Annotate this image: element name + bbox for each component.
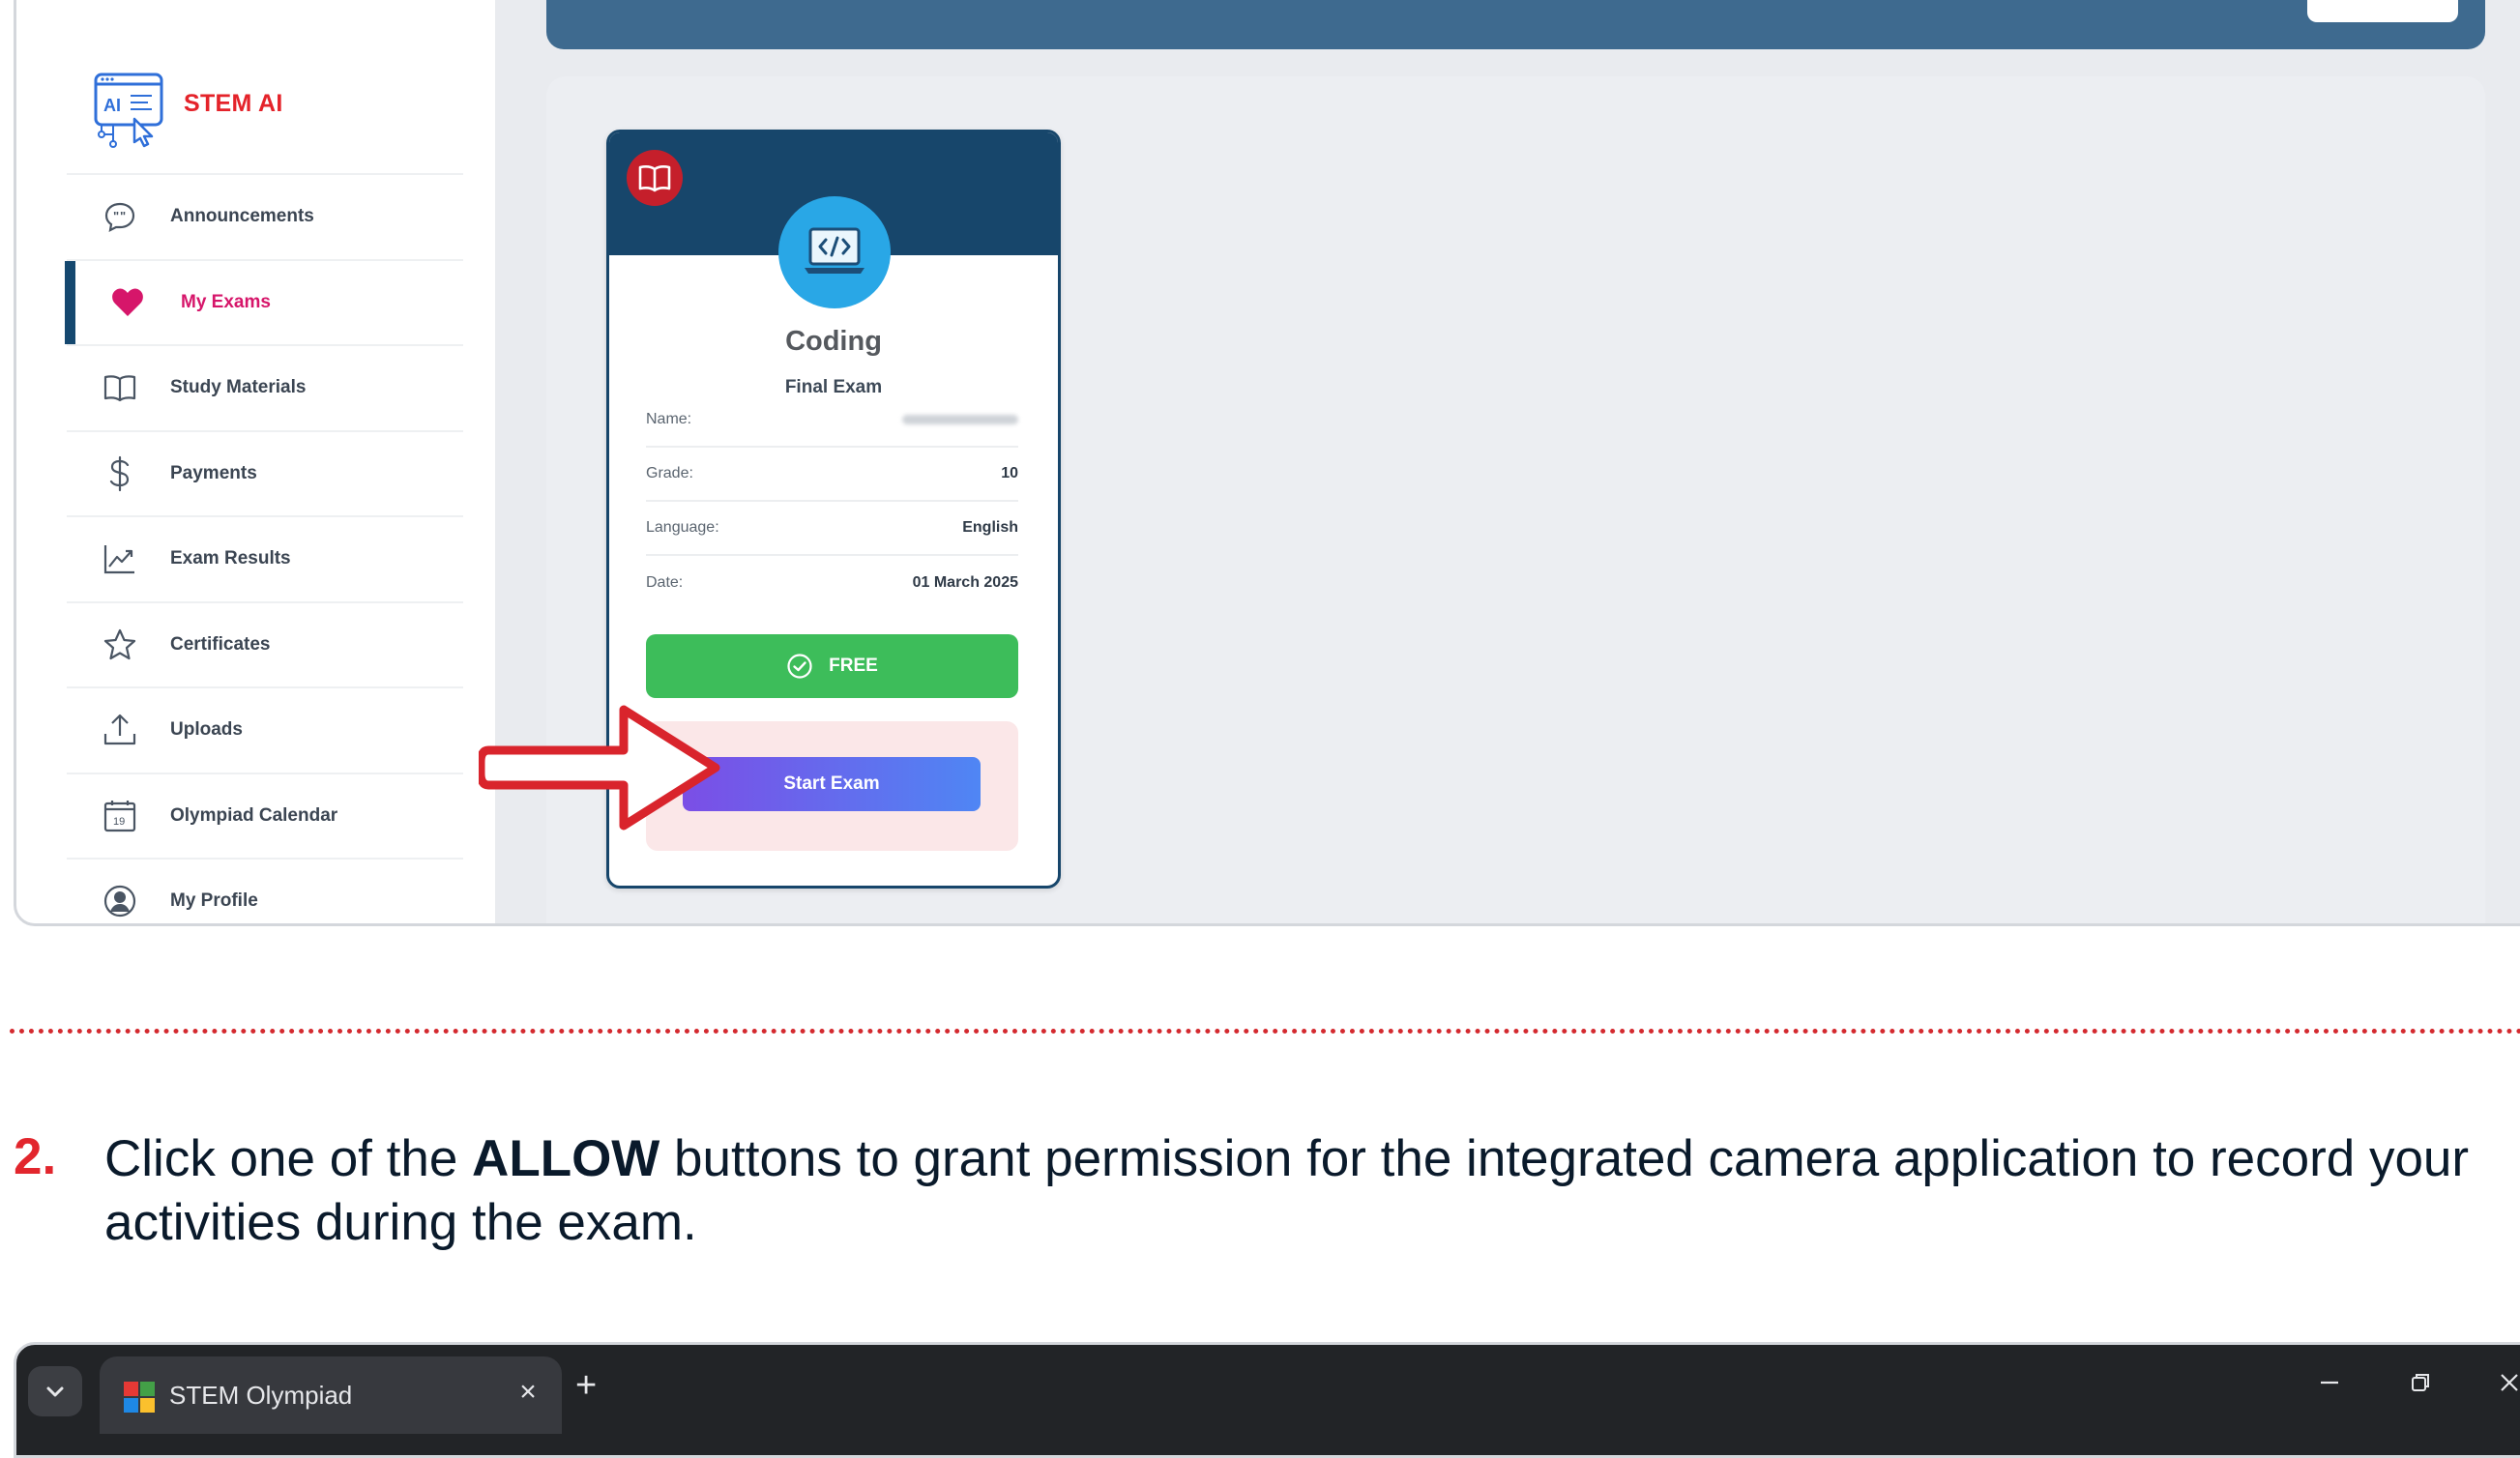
detail-key: Name: (646, 411, 692, 427)
instruction-bold: ALLOW (472, 1130, 660, 1187)
chart-up-icon (102, 540, 138, 577)
sidebar-item-label: Uploads (170, 719, 243, 741)
subject-title: Coding (785, 326, 882, 357)
detail-row-grade: Grade: 10 (646, 448, 1018, 502)
detail-row-language: Language: English (646, 502, 1018, 556)
detail-row-name: Name: (646, 394, 1018, 448)
calendar-icon: 19 (102, 798, 138, 834)
detail-value: English (962, 519, 1018, 536)
sidebar-item-label: Olympiad Calendar (170, 804, 338, 826)
sidebar-item-exam-results[interactable]: Exam Results (67, 517, 463, 603)
sidebar-item-uploads[interactable]: Uploads (67, 688, 463, 774)
sidebar-item-label: My Exams (181, 291, 271, 312)
blurred-name-value (902, 415, 1018, 424)
sidebar: AI STEM AI " " Announcements My Exams St… (16, 0, 495, 923)
detail-value: 01 March 2025 (912, 574, 1018, 591)
sidebar-item-certificates[interactable]: Certificates (67, 603, 463, 688)
favicon-icon (124, 1382, 155, 1413)
chat-bubble-icon: " " (102, 198, 138, 235)
detail-key: Date: (646, 574, 684, 591)
detail-value: 10 (1001, 465, 1018, 481)
laptop-code-icon (778, 196, 891, 308)
calendar-day: 19 (113, 816, 125, 828)
screenshot-exam-dashboard: AI STEM AI " " Announcements My Exams St… (14, 0, 2520, 926)
sidebar-item-payments[interactable]: Payments (67, 432, 463, 517)
sidebar-item-label: My Profile (170, 890, 258, 912)
dotted-divider (10, 1029, 2520, 1034)
step-instruction: Click one of the ALLOW buttons to grant … (104, 1127, 2493, 1255)
heart-icon (109, 284, 146, 321)
minimize-icon[interactable] (2310, 1363, 2349, 1402)
user-circle-icon (102, 883, 138, 919)
dollar-icon (102, 455, 138, 492)
step-number: 2. (14, 1128, 57, 1185)
detail-key: Grade: (646, 465, 693, 481)
tab-search-button[interactable] (28, 1366, 82, 1416)
sidebar-nav: " " Announcements My Exams Study Material… (65, 175, 463, 923)
close-window-icon[interactable] (2490, 1363, 2520, 1402)
sidebar-item-study-materials[interactable]: Study Materials (67, 346, 463, 432)
instruction-text: Click one of the (104, 1130, 473, 1187)
sidebar-item-label: Exam Results (170, 548, 291, 569)
close-tab-icon[interactable]: × (512, 1376, 544, 1413)
free-label: FREE (829, 656, 878, 676)
star-icon (102, 627, 138, 663)
pointer-arrow-icon (479, 705, 720, 831)
detail-row-date: Date: 01 March 2025 (646, 556, 1018, 610)
svg-text:AI: AI (103, 96, 121, 115)
detail-key: Language: (646, 519, 719, 536)
browser-tab[interactable]: STEM Olympiad × (100, 1356, 562, 1434)
restore-icon[interactable] (2401, 1363, 2440, 1402)
banner-button[interactable] (2307, 0, 2458, 22)
sidebar-item-olympiad-calendar[interactable]: 19 Olympiad Calendar (67, 774, 463, 860)
logo-text: STEM AI (184, 90, 283, 117)
sidebar-item-label: Announcements (170, 206, 314, 227)
free-badge-button[interactable]: FREE (646, 634, 1018, 698)
sidebar-item-label: Payments (170, 462, 257, 483)
book-icon (102, 369, 138, 406)
chevron-down-icon (46, 1386, 64, 1397)
sidebar-item-my-exams[interactable]: My Exams (65, 260, 463, 346)
new-tab-icon[interactable]: + (575, 1365, 597, 1407)
upload-icon (102, 712, 138, 748)
sidebar-item-announcements[interactable]: " " Announcements (67, 175, 463, 261)
tab-title: STEM Olympiad (169, 1381, 353, 1410)
svg-text:": " (113, 209, 119, 223)
sidebar-item-label: Certificates (170, 633, 271, 655)
svg-text:": " (120, 209, 126, 223)
top-banner (546, 0, 2485, 49)
open-book-icon (627, 150, 683, 206)
browser-window: STEM Olympiad × + (14, 1342, 2520, 1458)
sidebar-item-my-profile[interactable]: My Profile (67, 860, 463, 923)
sidebar-item-label: Study Materials (170, 377, 307, 398)
stem-ai-logo-icon: AI (92, 71, 169, 150)
check-circle-icon (786, 653, 813, 680)
active-indicator (65, 260, 75, 344)
